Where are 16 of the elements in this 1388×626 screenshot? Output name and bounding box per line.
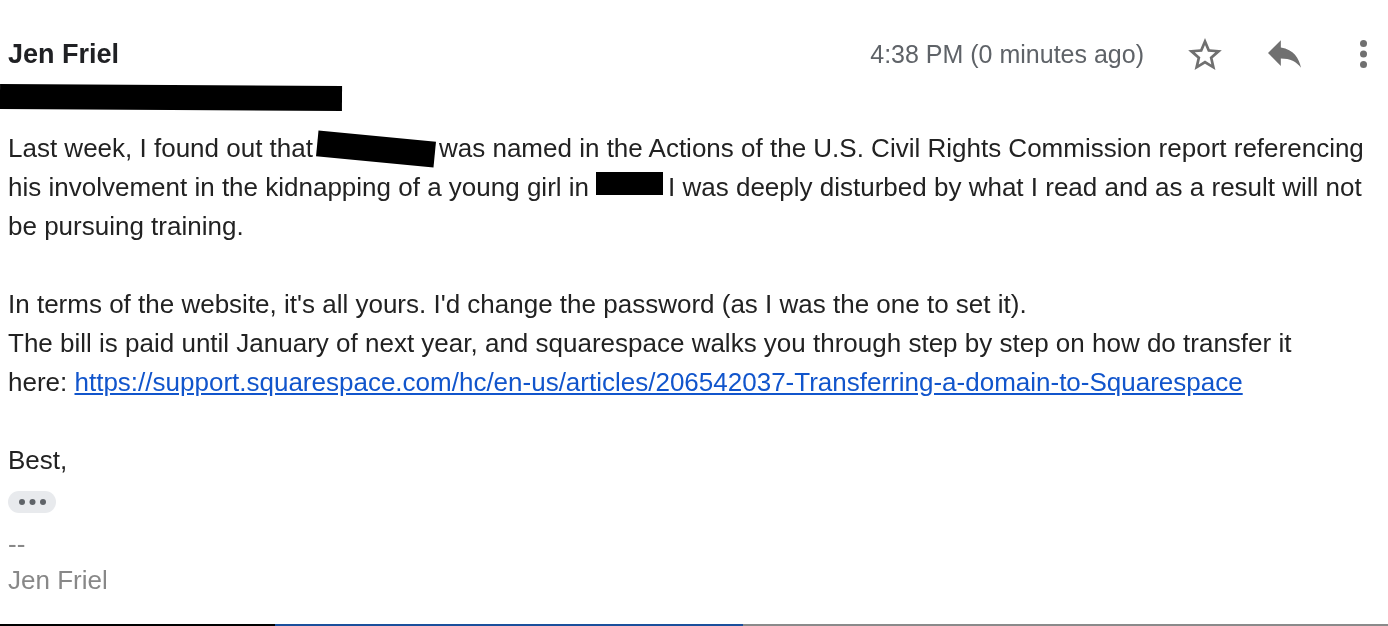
signature-name: Jen Friel <box>8 564 109 597</box>
ellipsis-icon <box>18 499 46 505</box>
redaction-bar <box>596 172 664 195</box>
more-options-icon[interactable] <box>1360 40 1367 68</box>
email-text-line: here: https://support.squarespace.com/hc/en-us/articles/206542037-Transferring-a-domain-to-Squarespace <box>8 366 1244 399</box>
reply-icon[interactable] <box>1268 40 1301 68</box>
link[interactable]: https://support.squarespace.com/hc/en-us/articles/206542037-Transferring-a-domain-to-Squarespace <box>74 367 1243 397</box>
email-paragraph: Last week, I found out that was named in the Actions of the U.S. Civil Rights Commission report referencing his involvement in the kidnapping of a young girl in I was deeply disturbed by what I read and as a result will not be pursuing training. <box>8 129 1378 246</box>
sender-name: Jen Friel <box>8 38 120 71</box>
email-text-line: In terms of the website, it's all yours. I'd change the password (as I was the one to set it). <box>8 288 1028 321</box>
timestamp: 4:38 PM (0 minutes ago) <box>870 39 1144 70</box>
show-trimmed-content-button[interactable] <box>8 491 56 513</box>
email-text-line: The bill is paid until January of next year, and squarespace walks you through step by step on how do transfer it <box>8 327 1293 360</box>
signature-separator: -- <box>8 528 27 561</box>
star-icon[interactable] <box>1188 38 1222 70</box>
email-text-line: Best, <box>8 444 69 477</box>
